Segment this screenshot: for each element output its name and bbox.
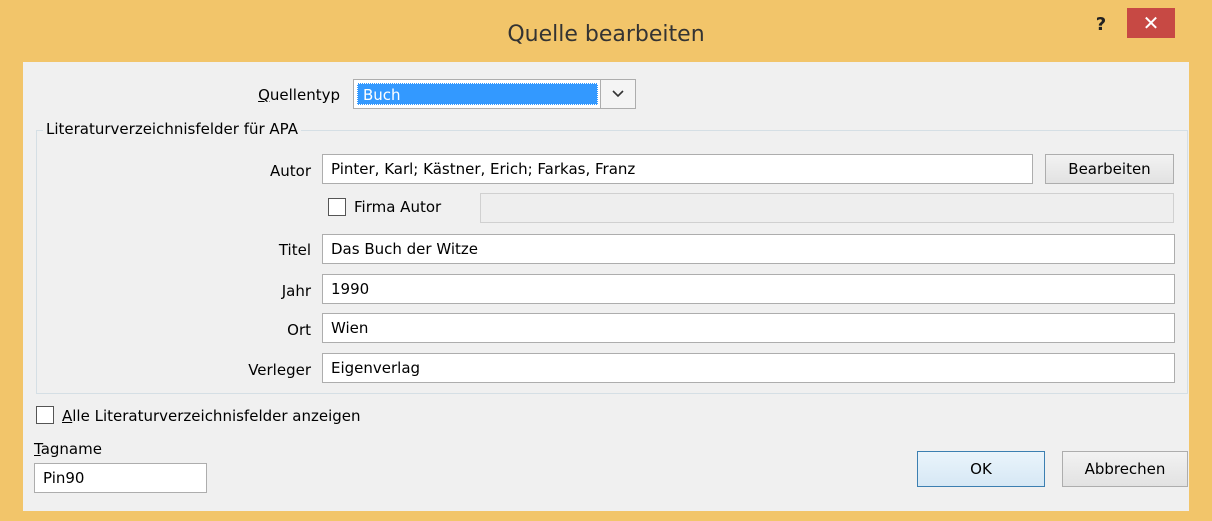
year-label: Jahr	[281, 282, 311, 300]
author-label: Autor	[270, 162, 311, 180]
chevron-down-icon[interactable]	[600, 80, 635, 108]
show-all-fields-checkbox[interactable]	[36, 406, 54, 424]
title-bar: Quelle bearbeiten ? ✕	[0, 0, 1212, 68]
city-label: Ort	[287, 321, 311, 339]
city-field[interactable]: Wien	[322, 313, 1175, 343]
source-type-label: Quellentyp	[258, 86, 340, 104]
show-all-fields-label: Alle Literaturverzeichnisfelder anzeigen	[62, 407, 361, 425]
edit-author-button[interactable]: Bearbeiten	[1045, 154, 1174, 184]
corporate-author-field[interactable]	[480, 193, 1174, 223]
bibliography-fields-legend: Literaturverzeichnisfelder für APA	[43, 120, 302, 138]
publisher-label: Verleger	[248, 361, 311, 379]
author-field[interactable]: Pinter, Karl; Kästner, Erich; Farkas, Fr…	[322, 154, 1033, 184]
title-label: Titel	[278, 241, 311, 259]
dialog-title: Quelle bearbeiten	[507, 22, 705, 47]
cancel-button[interactable]: Abbrechen	[1062, 451, 1188, 487]
source-type-value: Buch	[357, 83, 598, 105]
tag-name-field[interactable]: Pin90	[34, 463, 207, 493]
year-field[interactable]: 1990	[322, 274, 1175, 304]
ok-button[interactable]: OK	[917, 451, 1045, 487]
close-button[interactable]: ✕	[1127, 8, 1175, 38]
title-field[interactable]: Das Buch der Witze	[322, 234, 1175, 264]
edit-source-dialog: Quelle bearbeiten ? ✕ Quellentyp Buch Li…	[0, 0, 1212, 521]
publisher-field[interactable]: Eigenverlag	[322, 353, 1175, 383]
source-type-select[interactable]: Buch	[353, 79, 636, 109]
corporate-author-checkbox[interactable]	[328, 198, 346, 216]
help-button[interactable]: ?	[1089, 14, 1113, 38]
corporate-author-label: Firma Autor	[354, 198, 442, 216]
tag-name-label: Tagname	[34, 440, 102, 458]
